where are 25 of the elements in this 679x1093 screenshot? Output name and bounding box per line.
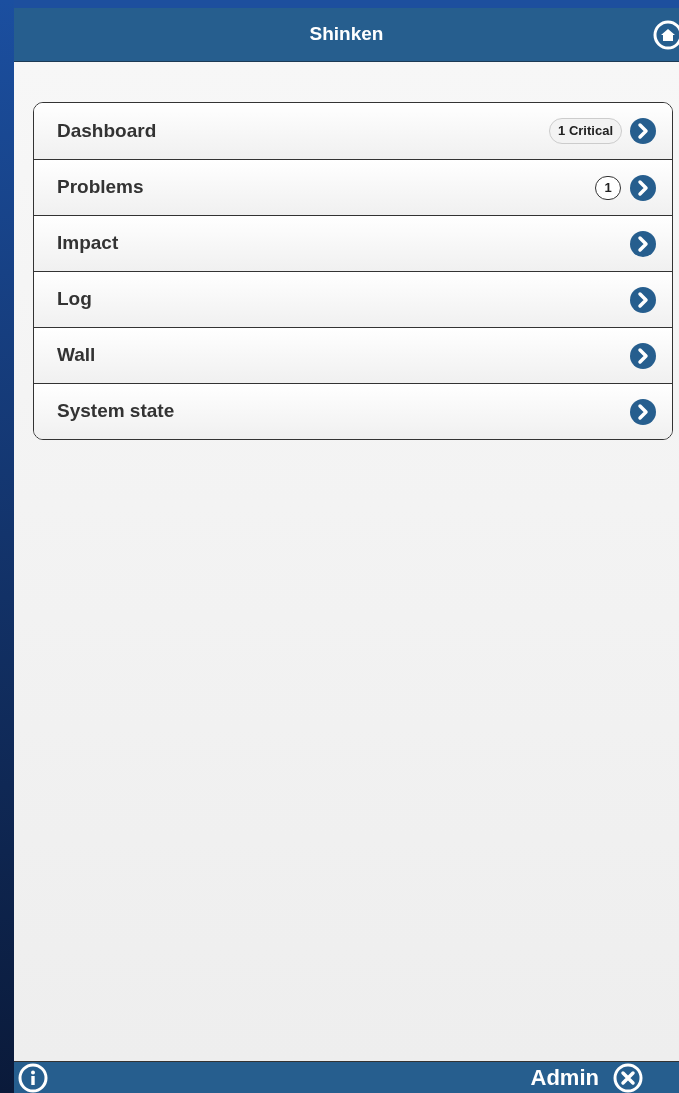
menu-label: Dashboard	[57, 118, 158, 143]
menu-item[interactable]: Log	[34, 271, 672, 327]
user-name[interactable]: Admin	[530, 1061, 599, 1093]
menu-item[interactable]: Wall	[34, 327, 672, 383]
home-icon[interactable]	[653, 20, 679, 50]
close-icon[interactable]	[613, 1062, 643, 1093]
chevron-right-icon	[629, 117, 657, 145]
status-badge: 1 Critical	[549, 118, 622, 144]
chevron-right-icon	[629, 229, 657, 258]
menu-item[interactable]: Dashboard 1 Critical	[34, 103, 672, 159]
menu-item[interactable]: Impact	[34, 215, 672, 271]
count-badge: 1	[595, 175, 621, 200]
menu-item[interactable]: System state	[34, 383, 672, 439]
chevron-right-icon	[629, 341, 657, 370]
menu-label: System state	[57, 399, 176, 424]
menu-item[interactable]: Problems 1	[34, 159, 672, 215]
info-icon[interactable]	[18, 1062, 48, 1093]
chevron-right-icon	[629, 285, 657, 314]
menu-label: Log	[57, 287, 93, 312]
menu-label: Problems	[57, 175, 145, 200]
chevron-right-icon	[629, 173, 657, 202]
menu-label: Impact	[57, 231, 120, 256]
app-title: Shinken	[309, 22, 384, 47]
menu-label: Wall	[57, 343, 97, 368]
chevron-right-icon	[629, 397, 657, 426]
